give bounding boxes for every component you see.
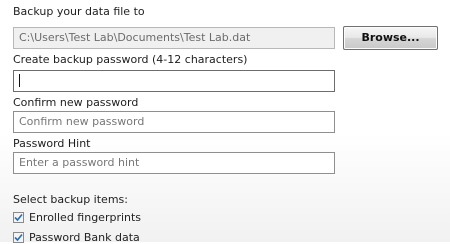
backup-items-label: Select backup items: (13, 193, 128, 206)
browse-button[interactable]: Browse... (343, 26, 438, 50)
enrolled-fingerprints-checkbox[interactable]: Enrolled fingerprints (13, 210, 141, 224)
password-hint-field[interactable]: Enter a password hint (13, 152, 335, 174)
password-hint-label: Password Hint (13, 137, 91, 150)
confirm-password-field[interactable]: Confirm new password (13, 111, 335, 133)
text-caret (19, 73, 20, 87)
enrolled-fingerprints-label: Enrolled fingerprints (29, 210, 142, 224)
confirm-password-label: Confirm new password (13, 96, 139, 109)
checkmark-icon[interactable] (13, 211, 24, 223)
create-password-label: Create backup password (4-12 characters) (13, 53, 248, 66)
checkmark-icon[interactable] (13, 231, 24, 243)
backup-file-label: Backup your data file to (13, 5, 145, 18)
backup-file-path-field[interactable]: C:\Users\Test Lab\Documents\Test Lab.dat (13, 27, 335, 49)
create-password-field[interactable] (13, 70, 335, 92)
